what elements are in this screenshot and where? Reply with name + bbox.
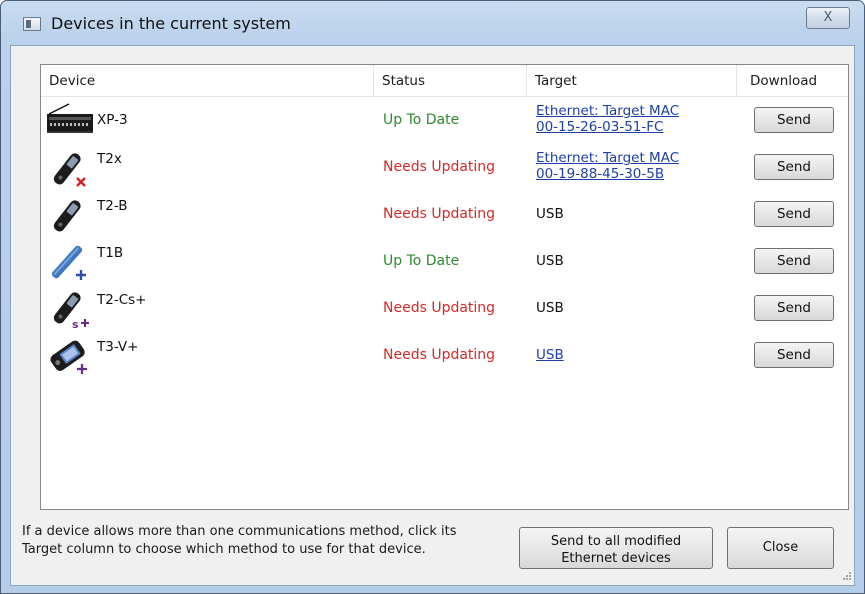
close-button[interactable]: Close	[727, 527, 834, 569]
send-button[interactable]: Send	[754, 248, 834, 274]
send-to-all-button[interactable]: Send to all modified Ethernet devices	[519, 527, 713, 569]
device-name: T1B	[97, 245, 124, 261]
send-button[interactable]: Send	[754, 295, 834, 321]
send-to-all-line-1: Send to all modified	[550, 533, 682, 549]
remote-s-plus-icon: s	[53, 292, 89, 329]
target-link[interactable]: Ethernet: Target MAC 00-19-88-45-30-5B	[536, 150, 679, 182]
send-button[interactable]: Send	[754, 107, 834, 133]
device-row-t1b[interactable]: T1B Up To Date USB Send	[41, 238, 848, 285]
send-to-all-line-2: Ethernet devices	[561, 550, 671, 566]
help-text-line-1: If a device allows more than one communi…	[22, 524, 457, 539]
device-row-t2-cs-plus[interactable]: s T2-Cs+ Needs Updating USB Send	[41, 285, 848, 332]
device-row-t2x[interactable]: T2x Needs Updating Ethernet: Target MAC …	[41, 144, 848, 191]
device-list: Device Status Target Download XP-3 Up To…	[40, 64, 849, 510]
device-name: T2-Cs+	[97, 292, 147, 308]
target-link[interactable]: Ethernet: Target MAC 00-15-26-03-51-FC	[536, 103, 679, 135]
device-row-t3-v-plus[interactable]: T3-V+ Needs Updating USB Send	[41, 332, 848, 379]
device-row-t2-b[interactable]: T2-B Needs Updating USB Send	[41, 191, 848, 238]
device-name: XP-3	[97, 112, 128, 128]
target-line-1: Ethernet: Target MAC	[536, 150, 680, 166]
device-row-xp-3[interactable]: XP-3 Up To Date Ethernet: Target MAC 00-…	[41, 97, 848, 144]
send-button[interactable]: Send	[754, 342, 834, 368]
target-link[interactable]: USB	[536, 347, 564, 363]
xp3-panel-icon	[47, 103, 93, 133]
device-status: Needs Updating	[383, 206, 496, 222]
list-header: Device Status Target Download	[41, 65, 848, 97]
device-status: Needs Updating	[383, 159, 496, 175]
device-name: T3-V+	[97, 339, 139, 355]
device-status: Needs Updating	[383, 300, 496, 316]
target-line-2: 00-19-88-45-30-5B	[536, 166, 665, 182]
help-text-line-2: Target column to choose which method to …	[22, 542, 426, 557]
remote-blue-plus-icon	[51, 245, 86, 280]
svg-text:s: s	[72, 318, 79, 329]
column-header-status[interactable]: Status	[374, 65, 527, 97]
remote-x-icon	[53, 153, 86, 187]
send-button[interactable]: Send	[754, 154, 834, 180]
resize-grip-icon[interactable]	[840, 571, 852, 583]
device-status: Up To Date	[383, 112, 460, 128]
target-text[interactable]: USB	[536, 206, 564, 222]
devices-dialog: Devices in the current system X Device S…	[0, 0, 865, 594]
column-header-target[interactable]: Target	[527, 65, 737, 97]
close-window-button[interactable]: X	[806, 7, 850, 29]
help-text: If a device allows more than one communi…	[22, 523, 512, 559]
column-header-download[interactable]: Download	[737, 65, 850, 97]
device-name: T2x	[97, 151, 122, 167]
remote-icon	[53, 200, 81, 232]
send-button[interactable]: Send	[754, 201, 834, 227]
device-status: Needs Updating	[383, 347, 496, 363]
title-bar[interactable]: Devices in the current system X	[1, 1, 864, 45]
device-name: T2-B	[97, 198, 128, 214]
dialog-body: Device Status Target Download XP-3 Up To…	[10, 45, 855, 586]
target-line-2: 00-15-26-03-51-FC	[536, 119, 664, 135]
remote-screen-plus-icon	[50, 340, 87, 374]
window-icon	[23, 17, 41, 31]
window-title: Devices in the current system	[51, 14, 291, 33]
target-text[interactable]: USB	[536, 300, 564, 316]
device-status: Up To Date	[383, 253, 460, 269]
target-line-1: Ethernet: Target MAC	[536, 103, 680, 119]
column-header-device[interactable]: Device	[41, 65, 374, 97]
target-text[interactable]: USB	[536, 253, 564, 269]
